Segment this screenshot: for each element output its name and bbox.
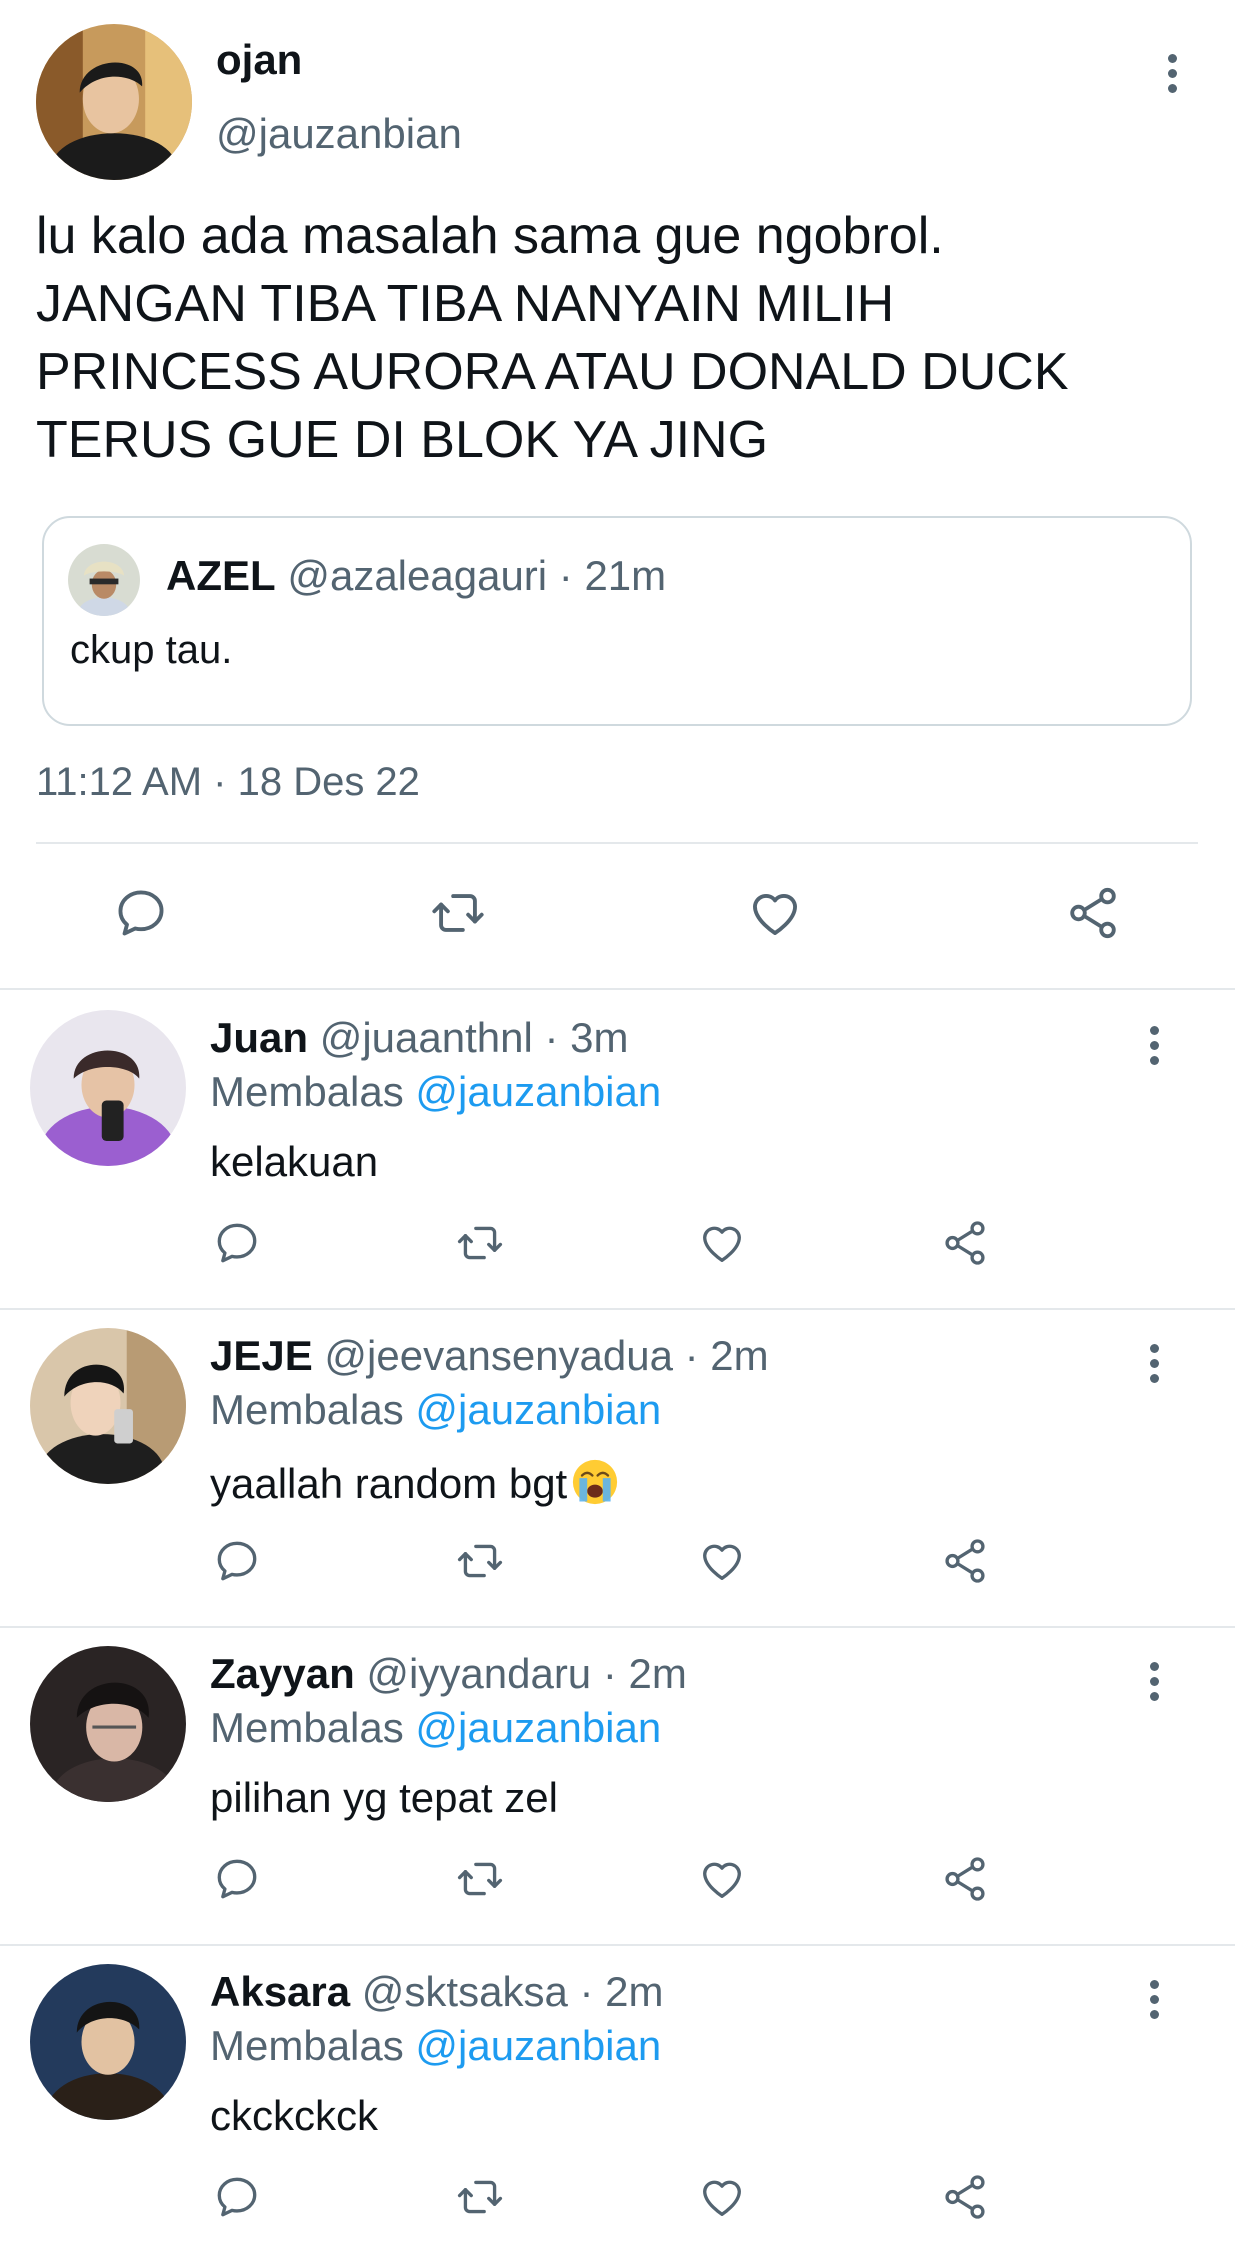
user-handle[interactable]: @jauzanbian [216, 110, 462, 158]
replying-to-label: Membalas [210, 1386, 404, 1433]
tweet-thread-page: ojan @jauzanbian lu kalo ada masalah sam… [0, 0, 1235, 2256]
like-icon[interactable] [697, 2172, 747, 2222]
reply-icon[interactable] [212, 2172, 262, 2222]
reply-tweet[interactable]: Juan @juaanthnl · 3m Membalas @jauzanbia… [0, 992, 1235, 1310]
replying-to-link[interactable]: @jauzanbian [415, 2022, 661, 2069]
more-vertical-icon[interactable] [1144, 1026, 1164, 1076]
reply-icon[interactable] [212, 1218, 262, 1268]
tweet-time: · 2m [579, 1968, 664, 2015]
reply-tweet[interactable]: JEJE @jeevansenyadua · 2m Membalas @jauz… [0, 1310, 1235, 1628]
reply-text: pilihan yg tepat zel [210, 1774, 558, 1821]
replying-to-label: Membalas [210, 1068, 404, 1115]
reply-header: Juan @juaanthnl · 3m [210, 1014, 629, 1062]
share-icon[interactable] [940, 1854, 990, 1904]
display-name[interactable]: ojan [216, 36, 302, 84]
retweet-icon[interactable] [455, 1854, 505, 1904]
reply-tweet[interactable]: Zayyan @iyyandaru · 2m Membalas @jauzanb… [0, 1628, 1235, 1946]
replying-to: Membalas @jauzanbian [210, 1386, 661, 1434]
user-handle[interactable]: @sktsaksa [362, 1968, 568, 2015]
reply-icon[interactable] [212, 1854, 262, 1904]
share-icon[interactable] [940, 1536, 990, 1586]
user-handle[interactable]: @iyyandaru [366, 1650, 591, 1697]
display-name: AZEL [166, 552, 276, 599]
tweet-timestamp: 11:12 AM · 18 Des 22 [36, 760, 420, 804]
tweet-text: lu kalo ada masalah sama gue ngobrol. JA… [36, 207, 1069, 469]
more-vertical-icon[interactable] [1162, 54, 1182, 104]
reply-icon[interactable] [212, 1536, 262, 1586]
share-icon[interactable] [1064, 884, 1122, 942]
like-icon[interactable] [697, 1218, 747, 1268]
user-handle: @azaleagauri [287, 552, 548, 599]
tweet-time: · 3m [544, 1014, 629, 1061]
retweet-icon[interactable] [455, 1536, 505, 1586]
reply-text-content: yaallah random bgt [210, 1460, 568, 1507]
reply-tweet[interactable]: Aksara @sktsaksa · 2m Membalas @jauzanbi… [0, 1946, 1235, 2256]
quote-text: ckup tau. [70, 628, 233, 672]
avatar[interactable] [30, 1010, 186, 1166]
reply-text: yaallah random bgt [210, 1456, 621, 1508]
divider [36, 842, 1198, 844]
avatar[interactable] [30, 1328, 186, 1484]
reply-header: JEJE @jeevansenyadua · 2m [210, 1332, 769, 1380]
more-vertical-icon[interactable] [1144, 1344, 1164, 1394]
replying-to: Membalas @jauzanbian [210, 1068, 661, 1116]
like-icon[interactable] [697, 1536, 747, 1586]
tweet-time: · 2m [602, 1650, 687, 1697]
user-handle[interactable]: @juaanthnl [320, 1014, 533, 1061]
replying-to: Membalas @jauzanbian [210, 1704, 661, 1752]
more-vertical-icon[interactable] [1144, 1980, 1164, 2030]
action-bar [0, 2172, 1235, 2224]
loudly-crying-face-icon [569, 1456, 621, 1508]
display-name[interactable]: Zayyan [210, 1650, 355, 1697]
action-bar [0, 1536, 1235, 1588]
display-name[interactable]: Juan [210, 1014, 308, 1061]
display-name[interactable]: JEJE [210, 1332, 313, 1379]
main-tweet: ojan @jauzanbian lu kalo ada masalah sam… [0, 0, 1235, 990]
avatar[interactable] [30, 1646, 186, 1802]
replying-to-link[interactable]: @jauzanbian [415, 1386, 661, 1433]
quote-tweet-card[interactable]: AZEL @azaleagauri · 21m ckup tau. [42, 516, 1192, 726]
reply-header: Zayyan @iyyandaru · 2m [210, 1650, 687, 1698]
replying-to-label: Membalas [210, 2022, 404, 2069]
action-bar [0, 1854, 1235, 1906]
display-name[interactable]: Aksara [210, 1968, 350, 2015]
replying-to: Membalas @jauzanbian [210, 2022, 661, 2070]
replying-to-label: Membalas [210, 1704, 404, 1751]
action-bar [0, 884, 1235, 944]
reply-text: kelakuan [210, 1138, 379, 1185]
replying-to-link[interactable]: @jauzanbian [415, 1704, 661, 1751]
like-icon[interactable] [697, 1854, 747, 1904]
user-handle[interactable]: @jeevansenyadua [324, 1332, 673, 1379]
avatar[interactable] [36, 24, 192, 180]
reply-text: ckckckck [210, 2092, 378, 2139]
quote-header: AZEL @azaleagauri · 21m [166, 552, 666, 600]
retweet-icon[interactable] [455, 1218, 505, 1268]
replying-to-link[interactable]: @jauzanbian [415, 1068, 661, 1115]
more-vertical-icon[interactable] [1144, 1662, 1164, 1712]
tweet-time: · 21m [558, 552, 667, 599]
share-icon[interactable] [940, 1218, 990, 1268]
retweet-icon[interactable] [455, 2172, 505, 2222]
share-icon[interactable] [940, 2172, 990, 2222]
reply-header: Aksara @sktsaksa · 2m [210, 1968, 663, 2016]
tweet-time: · 2m [684, 1332, 769, 1379]
like-icon[interactable] [746, 884, 804, 942]
avatar[interactable] [30, 1964, 186, 2120]
action-bar [0, 1218, 1235, 1270]
reply-icon[interactable] [112, 884, 170, 942]
avatar [68, 544, 140, 616]
retweet-icon[interactable] [429, 884, 487, 942]
